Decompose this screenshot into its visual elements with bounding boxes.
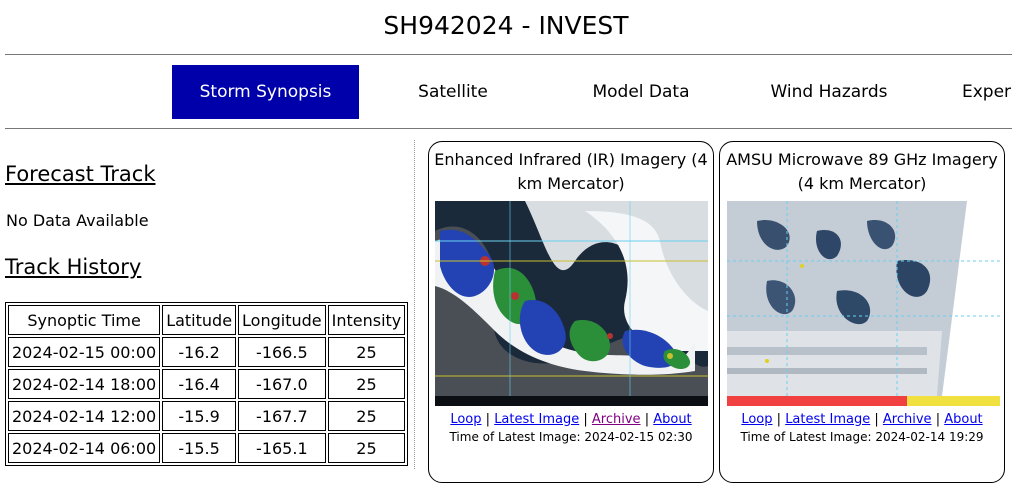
ir-latest-image-link[interactable]: Latest Image (494, 412, 579, 427)
link-separator: | (644, 412, 650, 427)
ir-latest-value: 2024-02-15 02:30 (584, 430, 693, 444)
divider-top (5, 54, 1012, 55)
amsu-archive-link[interactable]: Archive (883, 412, 932, 427)
tab-experimental[interactable]: Experi (962, 65, 1012, 119)
left-column: Forecast Track No Data Available Track H… (0, 130, 409, 469)
track-history-table: Synoptic Time Latitude Longitude Intensi… (5, 302, 409, 466)
tab-model-data[interactable]: Model Data (580, 65, 702, 119)
cell-latitude: -15.9 (162, 401, 237, 431)
cell-intensity: 25 (327, 337, 406, 367)
link-separator: | (776, 412, 782, 427)
amsu-panel-links: Loop | Latest Image | Archive | About (720, 412, 1004, 427)
ir-latest-label: Time of Latest Image: (449, 430, 581, 444)
column-header-longitude: Longitude (238, 305, 326, 335)
cell-intensity: 25 (327, 401, 406, 431)
cell-synoptic-time: 2024-02-14 06:00 (8, 433, 161, 463)
amsu-about-link[interactable]: About (944, 412, 982, 427)
tab-storm-synopsis[interactable]: Storm Synopsis (172, 65, 359, 119)
amsu-imagery-panel: AMSU Microwave 89 GHz Imagery (4 km Merc… (719, 141, 1005, 483)
amsu-latest-image-link[interactable]: Latest Image (785, 412, 870, 427)
ir-loop-link[interactable]: Loop (450, 412, 481, 427)
amsu-loop-link[interactable]: Loop (741, 412, 772, 427)
ir-panel-title: Enhanced Infrared (IR) Imagery (4 km Mer… (434, 150, 708, 193)
cell-intensity: 25 (327, 433, 406, 463)
cell-latitude: -15.5 (162, 433, 237, 463)
cell-longitude: -165.1 (238, 433, 326, 463)
table-row: 2024-02-14 06:00 -15.5 -165.1 25 (8, 433, 406, 463)
amsu-latest-time: Time of Latest Image: 2024-02-14 19:29 (720, 430, 1004, 444)
column-header-intensity: Intensity (327, 305, 406, 335)
page-title: SH942024 - INVEST (383, 11, 629, 40)
link-separator: | (935, 412, 941, 427)
cell-synoptic-time: 2024-02-15 00:00 (8, 337, 161, 367)
cell-latitude: -16.4 (162, 369, 237, 399)
column-header-latitude: Latitude (162, 305, 237, 335)
cell-latitude: -16.2 (162, 337, 237, 367)
ir-satellite-image[interactable] (435, 201, 708, 406)
amsu-latest-value: 2024-02-14 19:29 (875, 430, 984, 444)
link-separator: | (874, 412, 879, 427)
ir-imagery-panel: Enhanced Infrared (IR) Imagery (4 km Mer… (428, 141, 714, 483)
table-row: 2024-02-15 00:00 -16.2 -166.5 25 (8, 337, 406, 367)
ir-archive-link[interactable]: Archive (592, 412, 641, 427)
table-row: 2024-02-14 12:00 -15.9 -167.7 25 (8, 401, 406, 431)
amsu-satellite-graphic (727, 201, 1000, 406)
nav-bar: Storm Synopsis Satellite Model Data Wind… (0, 65, 1012, 119)
tab-satellite[interactable]: Satellite (393, 65, 513, 119)
cell-longitude: -167.7 (238, 401, 326, 431)
ir-latest-time: Time of Latest Image: 2024-02-15 02:30 (429, 430, 713, 444)
table-row: 2024-02-14 18:00 -16.4 -167.0 25 (8, 369, 406, 399)
table-header-row: Synoptic Time Latitude Longitude Intensi… (8, 305, 406, 335)
column-divider (414, 140, 415, 469)
forecast-track-heading: Forecast Track (5, 162, 156, 186)
track-history-heading: Track History (5, 255, 142, 279)
cell-intensity: 25 (327, 369, 406, 399)
amsu-latest-label: Time of Latest Image: (740, 430, 872, 444)
cell-synoptic-time: 2024-02-14 18:00 (8, 369, 161, 399)
ir-about-link[interactable]: About (653, 412, 691, 427)
link-separator: | (583, 412, 588, 427)
tab-wind-hazards[interactable]: Wind Hazards (763, 65, 895, 119)
amsu-satellite-image[interactable] (727, 201, 1000, 406)
cell-longitude: -166.5 (238, 337, 326, 367)
link-separator: | (485, 412, 491, 427)
column-header-synoptic-time: Synoptic Time (8, 305, 161, 335)
cell-longitude: -167.0 (238, 369, 326, 399)
no-data-message: No Data Available (6, 211, 149, 230)
ir-panel-links: Loop | Latest Image | Archive | About (429, 412, 713, 427)
amsu-panel-title: AMSU Microwave 89 GHz Imagery (4 km Merc… (726, 150, 998, 193)
divider-nav (5, 128, 1012, 129)
cell-synoptic-time: 2024-02-14 12:00 (8, 401, 161, 431)
ir-satellite-graphic (435, 201, 708, 406)
